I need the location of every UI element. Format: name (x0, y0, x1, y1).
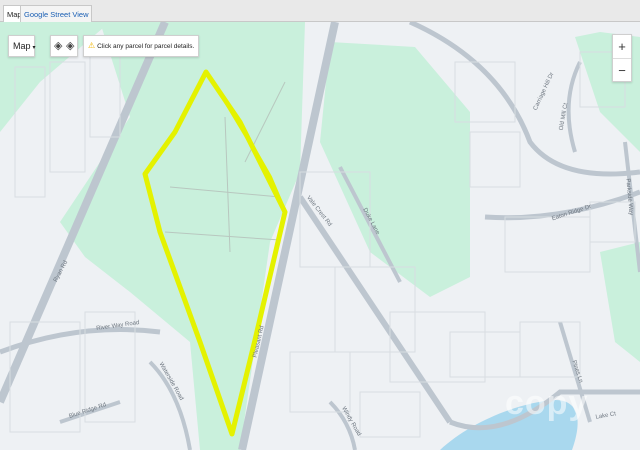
parcel-hint: ⚠ Click any parcel for parcel details. (83, 35, 200, 57)
chevron-down-icon: ▾ (32, 45, 36, 51)
tab-bar: Map Google Street View (0, 0, 640, 22)
zoom-out-button[interactable]: − (613, 59, 631, 82)
map-watermark: copy (505, 384, 589, 422)
map-type-label: Map (13, 41, 31, 51)
layer-up-icon[interactable]: ◈ (54, 40, 62, 52)
map-viewer: Map Google Street View Ryan Rd Pleasant … (0, 0, 640, 450)
tab-street-view[interactable]: Google Street View (20, 5, 93, 22)
warning-icon: ⚠ (88, 41, 96, 50)
map-type-dropdown[interactable]: Map ▾ (8, 35, 36, 57)
zoom-in-button[interactable]: + (613, 35, 631, 58)
parcel-hint-text: Click any parcel for parcel details. (97, 43, 195, 50)
zoom-control: + − (612, 34, 632, 82)
layers-control[interactable]: ◈ ◈ (50, 35, 78, 57)
map-canvas[interactable]: Ryan Rd Pleasant Rd Vale Crest Rd River Way… (0, 22, 640, 450)
layer-down-icon[interactable]: ◈ (66, 40, 74, 52)
